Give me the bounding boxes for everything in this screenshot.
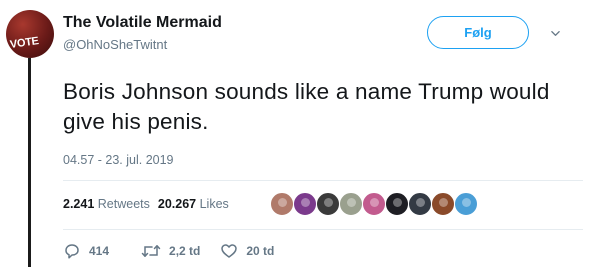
chevron-down-icon[interactable] xyxy=(551,29,560,38)
retweet-count: 2,2 td xyxy=(169,244,201,258)
liker-avatar[interactable] xyxy=(270,192,294,216)
likes-count: 20.267 xyxy=(157,197,197,211)
retweets-stat[interactable]: 2.241 Retweets xyxy=(63,197,150,211)
likes-label: Likes xyxy=(199,197,229,211)
left-divider xyxy=(28,58,31,267)
liker-avatar[interactable] xyxy=(385,192,409,216)
retweets-label: Retweets xyxy=(97,197,150,211)
engagement-stats: 2.241 Retweets 20.267 Likes xyxy=(63,197,229,211)
reply-icon xyxy=(65,244,79,259)
follow-button-label: Følg xyxy=(464,25,492,40)
tweet-timestamp[interactable]: 04.57 - 23. jul. 2019 xyxy=(63,153,174,167)
liker-avatar[interactable] xyxy=(339,192,363,216)
avatar-logo-text: VOTE xyxy=(9,35,40,51)
liker-avatar[interactable] xyxy=(293,192,317,216)
like-action[interactable]: 20 td xyxy=(220,243,274,259)
divider-top xyxy=(63,180,583,181)
liker-avatar[interactable] xyxy=(454,192,478,216)
divider-bottom xyxy=(63,229,583,230)
reply-count: 414 xyxy=(89,244,110,258)
tweet-text: Boris Johnson sounds like a name Trump w… xyxy=(63,79,550,134)
author-handle[interactable]: @OhNoSheTwitnt xyxy=(63,37,167,52)
retweets-count: 2.241 xyxy=(63,197,95,211)
heart-icon xyxy=(221,244,238,258)
like-count: 20 td xyxy=(246,244,275,258)
liker-avatar[interactable] xyxy=(431,192,455,216)
likes-stat[interactable]: 20.267 Likes xyxy=(158,197,229,211)
retweet-action[interactable]: 2,2 td xyxy=(141,243,200,259)
reply-action[interactable]: 414 xyxy=(63,243,109,259)
liker-avatar[interactable] xyxy=(408,192,432,216)
liker-avatars xyxy=(270,192,478,218)
liker-avatar[interactable] xyxy=(362,192,386,216)
follow-button[interactable]: Følg xyxy=(427,16,529,49)
avatar[interactable]: VOTE xyxy=(6,10,54,58)
author-display-name[interactable]: The Volatile Mermaid xyxy=(63,14,222,32)
liker-avatar[interactable] xyxy=(316,192,340,216)
retweet-icon xyxy=(141,245,161,257)
action-bar: 414 2,2 td 20 td xyxy=(63,243,274,259)
